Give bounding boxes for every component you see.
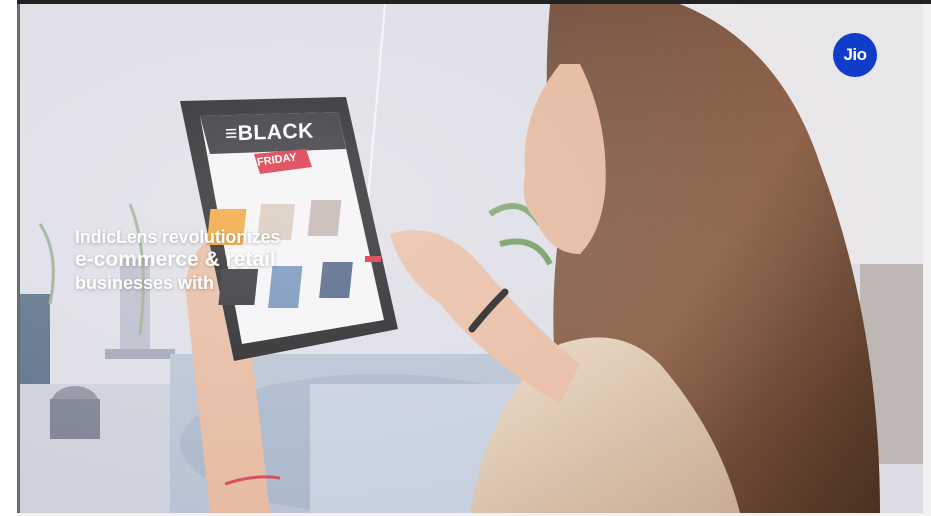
jio-logo: Jio <box>833 33 877 77</box>
caption-line-3: businesses with <box>75 273 215 293</box>
right-border <box>923 4 931 513</box>
caption-line-1: IndicLens revolutionizes <box>75 227 281 247</box>
caption-line-2: e-commerce & retail <box>75 248 276 271</box>
tablet-headline: ≡BLACK <box>224 119 315 146</box>
video-player[interactable]: ≡BLACK FRIDAY IndicLens revolutionizes e… <box>0 0 931 516</box>
video-frame[interactable]: ≡BLACK FRIDAY IndicLens revolutionizes e… <box>20 4 923 513</box>
caption-overlay: IndicLens revolutionizes e-commerce & re… <box>75 226 280 294</box>
